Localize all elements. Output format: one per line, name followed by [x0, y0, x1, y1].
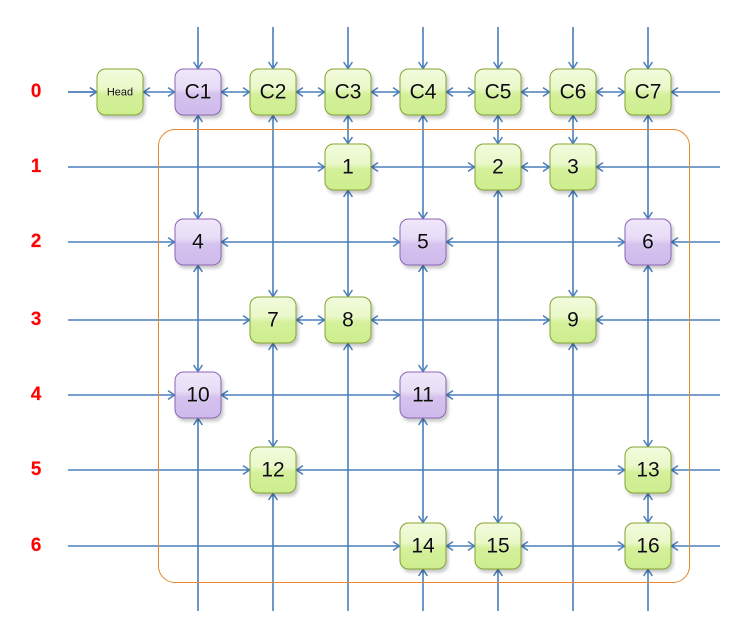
row-label-0: 0 [30, 81, 42, 102]
node-c4[interactable]: C4 [399, 68, 447, 116]
row-label-2: 2 [30, 231, 42, 252]
row-label-6: 6 [30, 535, 42, 556]
node-c1[interactable]: C1 [174, 68, 222, 116]
node-c6[interactable]: C6 [549, 68, 597, 116]
row-label-1: 1 [30, 156, 42, 177]
node-c3[interactable]: C3 [324, 68, 372, 116]
row-label-3: 3 [30, 309, 42, 330]
diagram-canvas: 0 1 2 3 4 5 6 Head C1 C2 C3 C4 C5 C6 C7 1 2 3 4 5 6 7 8 9 10 11 12… [0, 0, 744, 638]
node-c7[interactable]: C7 [624, 68, 672, 116]
row-label-5: 5 [30, 459, 42, 480]
node-head[interactable]: Head [96, 68, 144, 116]
row-label-4: 4 [30, 384, 42, 405]
node-c5[interactable]: C5 [474, 68, 522, 116]
node-c2[interactable]: C2 [249, 68, 297, 116]
highlight-region [158, 129, 690, 583]
